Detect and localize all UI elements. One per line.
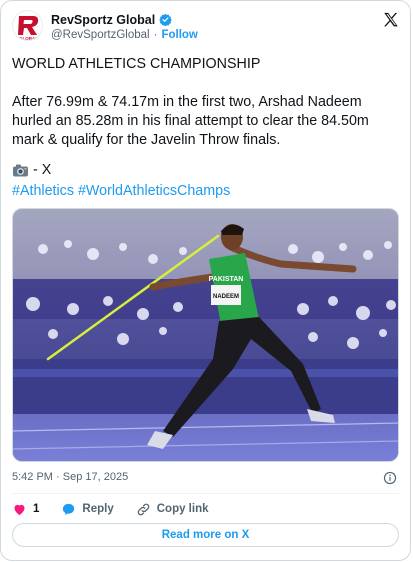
x-logo-icon[interactable] <box>382 11 400 29</box>
handle[interactable]: @RevSportzGlobal <box>51 29 150 41</box>
follow-button[interactable]: Follow <box>161 29 197 41</box>
tweet-body-line: hurled an 85.28m in his final attempt to… <box>12 113 369 129</box>
tweet-photo[interactable]: PAKISTAN NADEEM <box>12 208 399 462</box>
tweet-body: After 76.99m & 74.17m in the first two, … <box>12 93 407 150</box>
link-icon <box>137 503 150 515</box>
reply-icon <box>63 503 75 515</box>
camera-icon <box>13 164 28 177</box>
timestamp-row: 5:42 PM · Sep 17, 2025 <box>12 471 399 487</box>
separator: · <box>153 29 158 41</box>
tweet-card: GLOBAL RevSportz Global @RevSportzGlobal… <box>0 0 411 561</box>
action-bar: 1 Reply Copy link <box>12 500 231 518</box>
verified-badge-icon <box>159 13 172 26</box>
athlete-photo: PAKISTAN NADEEM <box>13 209 398 461</box>
timestamp[interactable]: 5:42 PM · Sep 17, 2025 <box>12 471 128 483</box>
heart-icon <box>14 504 25 515</box>
jersey-text: PAKISTAN <box>209 276 244 283</box>
display-name[interactable]: RevSportz Global <box>51 13 155 27</box>
read-more-button[interactable]: Read more on X <box>12 523 399 547</box>
reply-button[interactable]: Reply <box>61 502 114 517</box>
tweet-header: GLOBAL RevSportz Global @RevSportzGlobal… <box>12 10 400 46</box>
bib-text: NADEEM <box>213 294 239 300</box>
reply-label: Reply <box>82 503 114 515</box>
hashtags[interactable]: #Athletics #WorldAthleticsChamps <box>12 182 407 201</box>
like-button[interactable]: 1 <box>12 502 39 517</box>
tweet-headline: WORLD ATHLETICS CHAMPIONSHIP <box>12 56 261 72</box>
info-icon[interactable] <box>383 471 397 485</box>
copy-link-button[interactable]: Copy link <box>136 502 209 517</box>
handle-row: @RevSportzGlobal · Follow <box>51 29 198 41</box>
photo-credit-text: - X <box>33 162 52 178</box>
name-row: RevSportz Global <box>51 11 172 28</box>
avatar[interactable]: GLOBAL <box>12 10 43 41</box>
tweet-body-line: After 76.99m & 74.17m in the first two, … <box>12 94 362 110</box>
like-count: 1 <box>33 503 40 515</box>
divider <box>12 493 399 494</box>
photo-credit: - X <box>12 161 407 180</box>
copy-link-label: Copy link <box>156 503 209 515</box>
tweet-body-line: mark & qualify for the Javelin Throw fin… <box>12 132 281 148</box>
logo-text: GLOBAL <box>19 36 38 41</box>
